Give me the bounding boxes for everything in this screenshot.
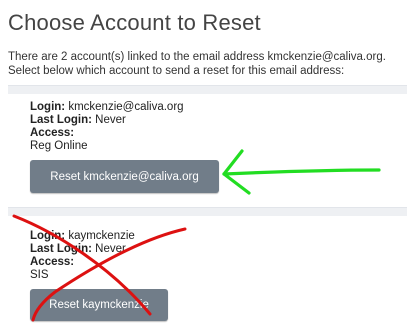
reset-account-2-button[interactable]: Reset kaymckenzie bbox=[30, 289, 168, 321]
arrow-shaft bbox=[222, 168, 381, 176]
login-label: Login: bbox=[30, 230, 66, 242]
access-label: Access: bbox=[30, 127, 75, 139]
intro-text: There are 2 account(s) linked to the ema… bbox=[8, 50, 407, 78]
account-card-1: Login: kmckenzie@caliva.org Last Login: … bbox=[30, 101, 184, 153]
access-row: Access: bbox=[30, 256, 135, 269]
access-row: Access: bbox=[30, 127, 184, 140]
section-divider bbox=[8, 85, 407, 94]
last-login-value: Never bbox=[95, 243, 126, 255]
last-login-row: Last Login: Never bbox=[30, 243, 135, 256]
last-login-label: Last Login: bbox=[30, 114, 92, 126]
login-label: Login: bbox=[30, 101, 66, 113]
last-login-label: Last Login: bbox=[30, 243, 92, 255]
section-divider bbox=[8, 207, 407, 216]
last-login-value: Never bbox=[95, 114, 126, 126]
access-label: Access: bbox=[30, 256, 75, 268]
reset-account-page: Choose Account to Reset There are 2 acco… bbox=[0, 0, 407, 328]
account-card-2: Login: kaymckenzie Last Login: Never Acc… bbox=[30, 230, 135, 282]
reset-account-1-button[interactable]: Reset kmckenzie@caliva.org bbox=[30, 160, 219, 193]
page-title: Choose Account to Reset bbox=[8, 10, 261, 35]
login-row: Login: kmckenzie@caliva.org bbox=[30, 101, 184, 114]
login-value: kaymckenzie bbox=[68, 230, 135, 242]
login-row: Login: kaymckenzie bbox=[30, 230, 135, 243]
login-value: kmckenzie@caliva.org bbox=[68, 101, 184, 113]
access-value: SIS bbox=[30, 269, 49, 281]
intro-line-2: Select below which account to send a res… bbox=[8, 65, 345, 77]
green-arrow-annotation bbox=[222, 149, 381, 195]
access-value: Reg Online bbox=[30, 140, 88, 152]
intro-line-1: There are 2 account(s) linked to the ema… bbox=[8, 51, 386, 63]
last-login-row: Last Login: Never bbox=[30, 114, 184, 127]
arrow-head bbox=[222, 149, 251, 195]
